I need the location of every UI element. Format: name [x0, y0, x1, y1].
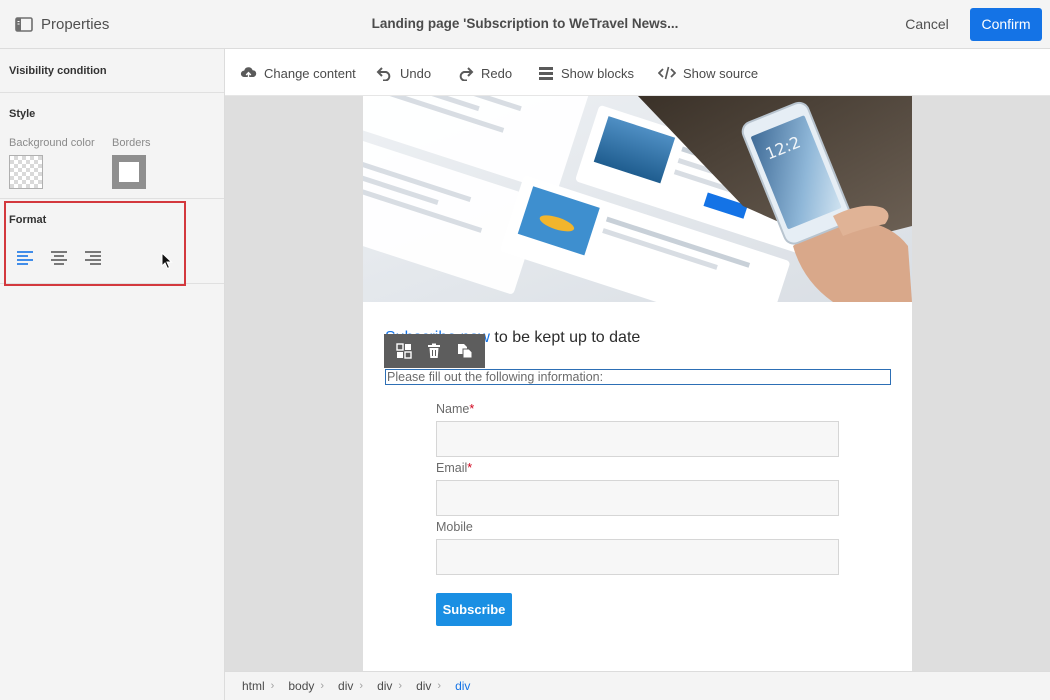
selected-paragraph[interactable]: Please fill out the following informatio…	[385, 369, 891, 385]
panel-icon	[15, 16, 33, 32]
email-input[interactable]	[436, 480, 839, 516]
headline-text: to be kept up to date	[489, 329, 641, 346]
element-breadcrumb: html › body › div › div › div › div	[225, 671, 1050, 700]
show-source-button[interactable]: Show source	[658, 64, 758, 82]
borders-label: Borders	[112, 137, 151, 149]
chevron-right-icon: ›	[437, 680, 442, 692]
align-left-icon	[17, 251, 33, 265]
hero-illustration: 12:2	[363, 96, 912, 302]
mouse-cursor-icon	[161, 252, 173, 270]
breadcrumb-div-3[interactable]: div	[416, 679, 431, 693]
align-center-button[interactable]	[50, 250, 70, 268]
cloud-upload-icon	[240, 67, 257, 79]
breadcrumb-body[interactable]: body	[288, 679, 314, 693]
align-left-button[interactable]	[16, 250, 36, 268]
editor-canvas: 12:2 Subscribe now to be kept up to date	[225, 96, 1050, 671]
show-source-label: Show source	[683, 65, 759, 81]
undo-label: Undo	[400, 65, 432, 81]
chevron-right-icon: ›	[270, 680, 275, 692]
redo-label: Redo	[481, 65, 513, 81]
background-color-label: Background color	[9, 137, 95, 149]
name-label-text: Name	[436, 402, 470, 416]
mobile-label: Mobile	[436, 520, 473, 534]
duplicate-block-button[interactable]	[457, 343, 473, 359]
format-highlight-box	[4, 201, 186, 286]
subscribe-button[interactable]: Subscribe	[436, 593, 512, 626]
blocks-icon	[539, 66, 553, 80]
align-right-icon	[85, 251, 101, 265]
name-label: Name*	[436, 402, 474, 416]
editor-toolbar: Change content Undo Redo Show blocks Sho…	[225, 49, 1050, 96]
change-content-label: Change content	[264, 65, 356, 81]
borders-picker[interactable]	[112, 155, 146, 189]
email-label-text: Email	[436, 461, 468, 475]
redo-button[interactable]: Redo	[457, 64, 512, 82]
visibility-condition-label: Visibility condition	[9, 65, 107, 77]
chevron-right-icon: ›	[359, 680, 364, 692]
properties-panel: Visibility condition Style Background co…	[0, 49, 225, 700]
breadcrumb-div-active[interactable]: div	[455, 679, 470, 693]
block-toolbar	[384, 334, 485, 368]
undo-icon	[376, 66, 391, 81]
top-bar: Properties Landing page 'Subscription to…	[0, 0, 1050, 49]
landing-page: 12:2 Subscribe now to be kept up to date	[363, 96, 912, 671]
properties-title[interactable]: Properties	[15, 14, 109, 34]
delete-block-button[interactable]	[427, 343, 441, 359]
align-right-button[interactable]	[84, 250, 104, 268]
duplicate-icon	[458, 344, 473, 359]
breadcrumb-div-1[interactable]: div	[338, 679, 353, 693]
document-title: Landing page 'Subscription to WeTravel N…	[371, 16, 679, 31]
trash-icon	[428, 343, 441, 358]
change-content-button[interactable]: Change content	[240, 64, 356, 82]
breadcrumb-div-2[interactable]: div	[377, 679, 392, 693]
mobile-input[interactable]	[436, 539, 839, 575]
style-section: Style Background color Borders	[0, 93, 224, 199]
cancel-button[interactable]: Cancel	[898, 9, 956, 40]
required-marker: *	[467, 461, 473, 475]
redo-icon	[459, 66, 474, 81]
chevron-right-icon: ›	[320, 680, 325, 692]
undo-button[interactable]: Undo	[376, 64, 431, 82]
show-blocks-label: Show blocks	[561, 65, 634, 81]
show-blocks-button[interactable]: Show blocks	[538, 64, 634, 82]
visibility-section[interactable]: Visibility condition	[0, 49, 224, 93]
block-layout-button[interactable]	[396, 343, 412, 359]
confirm-button[interactable]: Confirm	[970, 8, 1042, 41]
email-label: Email*	[436, 461, 472, 475]
style-heading: Style	[9, 108, 36, 120]
blocks-icon	[396, 343, 412, 359]
align-center-icon	[51, 251, 67, 265]
background-color-picker[interactable]	[9, 155, 43, 189]
hero-image[interactable]: 12:2	[363, 96, 912, 302]
breadcrumb-html[interactable]: html	[242, 679, 265, 693]
required-marker: *	[469, 402, 475, 416]
code-icon	[658, 66, 676, 80]
name-input[interactable]	[436, 421, 839, 457]
properties-label: Properties	[41, 15, 110, 33]
chevron-right-icon: ›	[398, 680, 403, 692]
